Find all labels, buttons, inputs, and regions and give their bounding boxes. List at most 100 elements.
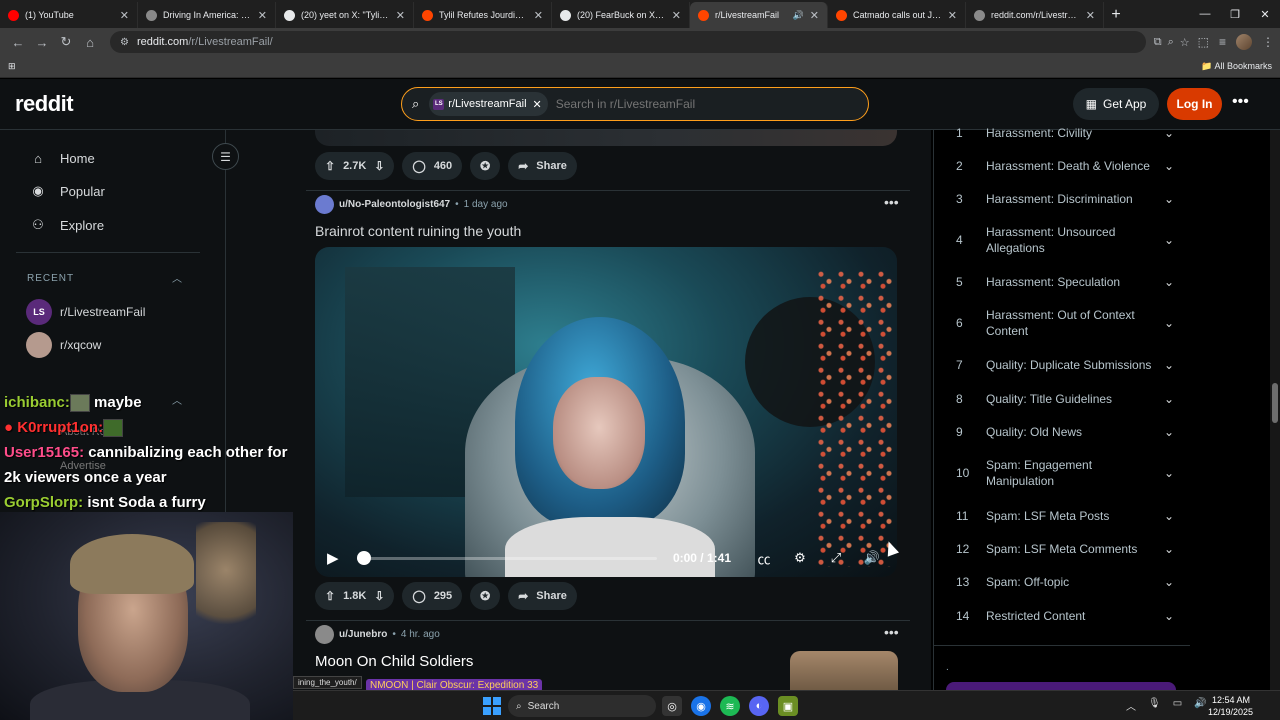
rule-item[interactable]: 10 Spam: Engagement Manipulation ⌄ xyxy=(956,457,1174,489)
close-tab-icon[interactable]: ✕ xyxy=(120,9,129,22)
app-icon[interactable]: ▣ xyxy=(778,696,798,716)
task-view-icon[interactable]: ◎ xyxy=(662,696,682,716)
rule-item[interactable]: 12 Spam: LSF Meta Comments ⌄ xyxy=(956,541,1174,557)
chrome-icon[interactable]: ◉ xyxy=(691,696,711,716)
recent-item-xqcow[interactable]: r/xqcow xyxy=(26,332,101,358)
upvote-icon[interactable]: ⇧ xyxy=(325,589,335,603)
browser-tab[interactable]: Driving In America: Comm✕ xyxy=(138,2,276,28)
browser-tab[interactable]: reddit.com/r/Livestreamf ✕ xyxy=(966,2,1104,28)
video-progress-bar[interactable] xyxy=(357,550,657,565)
rule-item[interactable]: 14 Restricted Content ⌄ xyxy=(956,608,1174,624)
rule-item[interactable]: 8 Quality: Title Guidelines ⌄ xyxy=(956,391,1174,407)
post-flair[interactable]: NMOON | Clair Obscur: Expedition 33 xyxy=(366,679,543,690)
close-tab-icon[interactable]: ✕ xyxy=(396,9,405,22)
taskbar-search[interactable]: ⌕ Search xyxy=(508,695,656,717)
rule-item[interactable]: 6 Harassment: Out of Context Content ⌄ xyxy=(956,307,1174,339)
get-app-button[interactable]: ▦ Get App xyxy=(1073,88,1159,120)
close-tab-icon[interactable]: ✕ xyxy=(672,9,681,22)
browser-tab[interactable]: Tylil Refutes Jourdin Pauli✕ xyxy=(414,2,552,28)
speaker-tray-icon[interactable]: 🔊 xyxy=(1194,698,1206,713)
post-options-icon[interactable]: ••• xyxy=(884,624,899,640)
scrollbar-thumb[interactable] xyxy=(1272,383,1278,423)
page-scrollbar[interactable] xyxy=(1270,130,1280,690)
rule-item[interactable]: 4 Harassment: Unsourced Allegations ⌄ xyxy=(956,224,1174,256)
browser-tab-active[interactable]: r/LivestreamFail 🔊 ✕ xyxy=(690,2,828,28)
recent-item-livestreamfail[interactable]: LS r/LivestreamFail xyxy=(26,299,145,325)
apps-grid-icon[interactable]: ⊞ xyxy=(8,61,16,72)
user-avatar[interactable] xyxy=(315,195,334,214)
post-thumbnail[interactable] xyxy=(790,651,898,690)
close-tab-icon[interactable]: ✕ xyxy=(258,9,267,22)
search-input[interactable] xyxy=(555,97,858,111)
browser-tab[interactable]: (20) FearBuck on X: "Tylil a✕ xyxy=(552,2,690,28)
speaker-icon[interactable]: 🔊 xyxy=(793,10,804,21)
minimize-icon[interactable]: — xyxy=(1190,0,1220,28)
rule-item[interactable]: 5 Harassment: Speculation ⌄ xyxy=(956,274,1174,290)
sidebar-item-popular[interactable]: ◉ Popular xyxy=(30,183,104,199)
sidebar-item-explore[interactable]: ⚇ Explore xyxy=(30,217,104,233)
browser-tab[interactable]: Catmado calls out JasonT✕ xyxy=(828,2,966,28)
browser-tab[interactable]: (1) YouTube ✕ xyxy=(0,2,138,28)
install-icon[interactable]: ⧉ xyxy=(1154,36,1162,49)
forward-icon[interactable]: → xyxy=(30,30,54,54)
post-title[interactable]: Brainrot content ruining the youth xyxy=(315,223,521,239)
subreddit-chip[interactable]: LS r/LivestreamFail ✕ xyxy=(429,92,548,116)
progress-handle[interactable] xyxy=(357,550,371,565)
rule-item[interactable]: 2 Harassment: Death & Violence ⌄ xyxy=(956,158,1174,174)
browser-tab[interactable]: (20) yeet on X: "Tylil denie✕ xyxy=(276,2,414,28)
bookmark-star-icon[interactable]: ☆ xyxy=(1180,36,1190,49)
comments-button[interactable]: ◯ 460 xyxy=(402,152,463,180)
site-info-icon[interactable]: ⚙ xyxy=(120,37,129,48)
back-icon[interactable]: ← xyxy=(6,30,30,54)
award-button[interactable]: ✪ xyxy=(470,582,501,610)
discord-icon[interactable]: ◐ xyxy=(749,696,769,716)
collapse-sidebar-button[interactable]: ☰ xyxy=(212,143,239,170)
user-avatar[interactable] xyxy=(315,625,334,644)
login-button[interactable]: Log In xyxy=(1167,88,1222,120)
restore-icon[interactable]: ❐ xyxy=(1220,0,1250,28)
rule-item[interactable]: 1 Harassment: Civility ⌄ xyxy=(956,125,1174,141)
upvote-icon[interactable]: ⇧ xyxy=(325,159,335,173)
close-tab-icon[interactable]: ✕ xyxy=(534,9,543,22)
rule-item[interactable]: 11 Spam: LSF Meta Posts ⌄ xyxy=(956,508,1174,524)
windows-start-icon[interactable] xyxy=(483,697,501,715)
downvote-icon[interactable]: ⇩ xyxy=(374,589,384,603)
rule-item[interactable]: 7 Quality: Duplicate Submissions ⌄ xyxy=(956,357,1174,373)
search-bar[interactable]: ⌕ LS r/LivestreamFail ✕ xyxy=(401,87,869,121)
more-options-icon[interactable]: ••• xyxy=(1232,93,1249,111)
taskbar-clock[interactable]: 12:54 AM 12/19/2025 xyxy=(1208,694,1253,718)
tray-chevron-icon[interactable]: ︿ xyxy=(1126,698,1136,713)
home-browser-icon[interactable]: ⌂ xyxy=(78,30,102,54)
sidebar-item-home[interactable]: ⌂ Home xyxy=(30,150,95,166)
menu-dots-icon[interactable]: ⋮ xyxy=(1262,35,1274,49)
rule-item[interactable]: 13 Spam: Off-topic ⌄ xyxy=(956,574,1174,590)
close-window-icon[interactable]: ✕ xyxy=(1250,0,1280,28)
share-button[interactable]: ➦ Share xyxy=(508,582,577,610)
close-tab-icon[interactable]: ✕ xyxy=(948,9,957,22)
downvote-icon[interactable]: ⇩ xyxy=(374,159,384,173)
zoom-icon[interactable]: ⌕ xyxy=(1168,36,1174,49)
rule-item[interactable]: 3 Harassment: Discrimination ⌄ xyxy=(956,191,1174,207)
mic-icon[interactable]: 🎙 xyxy=(1148,698,1161,713)
comments-button[interactable]: ◯ 295 xyxy=(402,582,463,610)
video-player[interactable]: ▶ 0:00 / 1:41 ㏄ ⚙ ⤢ 🔊 xyxy=(315,247,897,577)
remove-chip-icon[interactable]: ✕ xyxy=(533,98,542,111)
reload-icon[interactable]: ↻ xyxy=(54,30,78,54)
settings-gear-icon[interactable]: ⚙ xyxy=(787,550,813,566)
captions-icon[interactable]: ㏄ xyxy=(751,549,777,568)
reddit-logo[interactable]: reddit xyxy=(15,91,74,117)
profile-avatar[interactable] xyxy=(1236,34,1252,50)
new-tab-button[interactable]: + xyxy=(1104,2,1128,28)
spotify-icon[interactable]: ≋ xyxy=(720,696,740,716)
fullscreen-icon[interactable]: ⤢ xyxy=(823,550,849,566)
chevron-up-icon[interactable]: ︿ xyxy=(172,270,182,285)
extensions-icon[interactable]: ⬚ xyxy=(1198,35,1209,49)
share-button[interactable]: ➦ Share xyxy=(508,152,577,180)
volume-icon[interactable]: 🔊 xyxy=(859,550,885,566)
network-icon[interactable]: ▭ xyxy=(1173,698,1182,713)
previous-post-media[interactable] xyxy=(315,130,897,146)
all-bookmarks[interactable]: 📁 All Bookmarks xyxy=(1201,61,1272,72)
play-icon[interactable]: ▶ xyxy=(327,549,347,567)
post-options-icon[interactable]: ••• xyxy=(884,194,899,210)
post-title[interactable]: Moon On Child Soldiers xyxy=(315,653,473,670)
